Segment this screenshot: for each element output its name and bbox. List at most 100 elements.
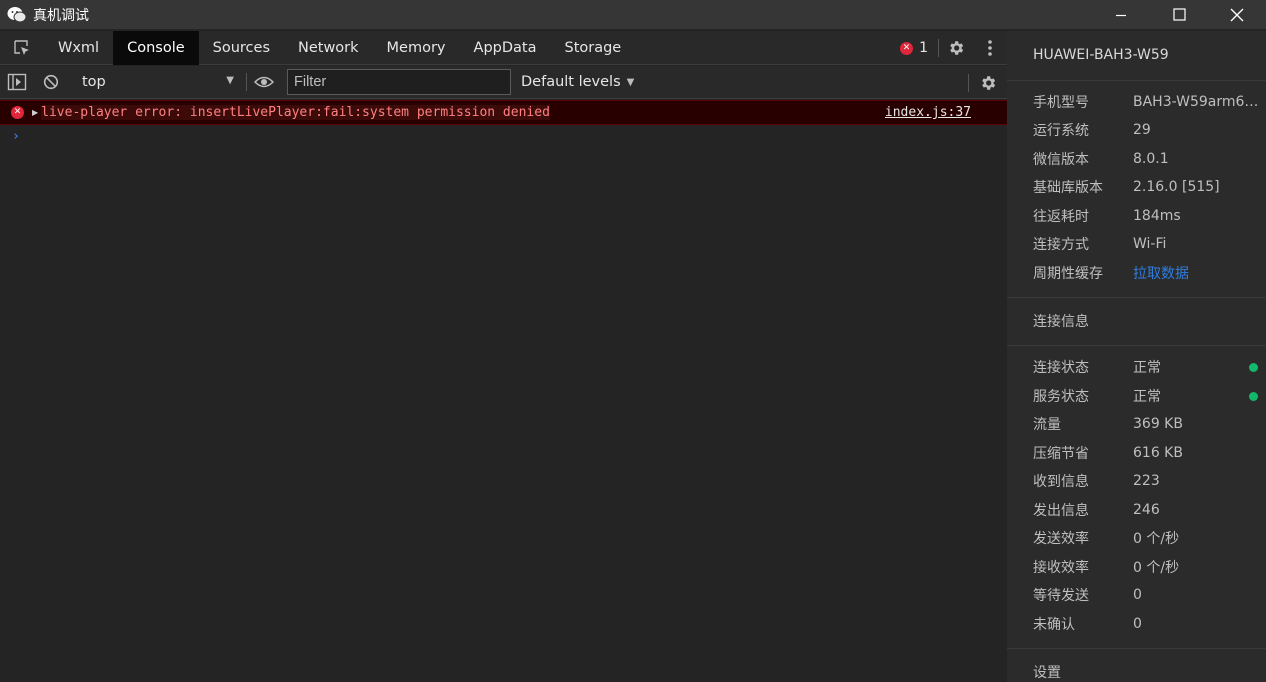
maximize-button[interactable] <box>1150 0 1208 29</box>
connection-key: 发送效率 <box>1033 531 1089 547</box>
connection-value: 369 KB <box>1133 416 1183 432</box>
status-ok-indicator <box>1249 362 1258 372</box>
info-value: 8.0.1 <box>1133 151 1169 167</box>
devtools-panel: Wxml Console Sources Network Memory AppD… <box>0 30 1007 682</box>
tab-sources[interactable]: Sources <box>199 31 284 65</box>
expand-triangle-icon[interactable]: ▶ <box>32 108 38 117</box>
connection-value: 0 个/秒 <box>1133 560 1180 576</box>
sidebar-toggle-icon <box>7 73 27 91</box>
info-key: 手机型号 <box>1033 95 1089 111</box>
connection-value: 0 <box>1133 616 1142 632</box>
connection-key: 服务状态 <box>1033 389 1089 405</box>
error-count-badge[interactable]: ✕ 1 <box>900 40 928 56</box>
eye-icon <box>254 76 274 88</box>
context-select[interactable]: top ▼ <box>68 68 246 96</box>
error-icon: ✕ <box>11 106 24 119</box>
info-row: 周期性缓存 拉取数据 <box>1033 262 1263 284</box>
close-icon <box>1230 8 1244 21</box>
info-key: 周期性缓存 <box>1033 266 1103 282</box>
clear-console-button[interactable] <box>34 65 68 99</box>
inspect-element-button[interactable] <box>0 31 44 65</box>
info-row: 连接方式 Wi-Fi <box>1033 233 1263 255</box>
console-output: ✕ ▶ live-player error: insertLivePlayer:… <box>0 100 1007 147</box>
error-icon: ✕ <box>900 41 914 55</box>
connection-row: 等待发送 0 <box>1033 584 1263 606</box>
connection-row: 服务状态 正常 <box>1033 385 1263 407</box>
prompt-chevron-icon: › <box>12 128 20 144</box>
context-value: top <box>82 74 106 90</box>
status-ok-indicator <box>1249 391 1258 401</box>
wechat-logo-icon <box>7 5 27 25</box>
console-error-message[interactable]: ✕ ▶ live-player error: insertLivePlayer:… <box>0 100 1007 125</box>
connection-row: 未确认 0 <box>1033 613 1263 635</box>
connection-key: 压缩节省 <box>1033 446 1089 462</box>
connection-key: 发出信息 <box>1033 503 1089 519</box>
connection-key: 连接状态 <box>1033 360 1089 376</box>
console-toolbar: top ▼ Default levels ▼ <box>0 66 1007 99</box>
maximize-icon <box>1172 8 1186 21</box>
window-title: 真机调试 <box>33 7 89 24</box>
connection-key: 收到信息 <box>1033 474 1089 490</box>
tab-storage[interactable]: Storage <box>550 31 635 65</box>
kebab-menu-icon <box>988 40 992 56</box>
info-row: 运行系统 29 <box>1033 119 1263 141</box>
info-key: 连接方式 <box>1033 237 1089 253</box>
error-text: live-player error: insertLivePlayer:fail… <box>41 105 550 120</box>
error-count: 1 <box>919 40 928 56</box>
caret-down-icon: ▼ <box>626 76 635 88</box>
gear-icon <box>982 75 996 90</box>
connection-value: 0 个/秒 <box>1133 531 1180 547</box>
connection-value: 正常 <box>1133 360 1161 376</box>
devtools-tabbar: Wxml Console Sources Network Memory AppD… <box>0 30 1007 65</box>
tab-appdata[interactable]: AppData <box>460 31 551 65</box>
connection-row: 发出信息 246 <box>1033 499 1263 521</box>
connection-section-title: 连接信息 <box>1033 314 1089 330</box>
info-value: 2.16.0 [515] <box>1133 179 1220 195</box>
device-info-panel: HUAWEI-BAH3-W59 手机型号 BAH3-W59arm6… 运行系统 … <box>1007 31 1266 682</box>
tab-wxml[interactable]: Wxml <box>44 31 113 65</box>
divider <box>1007 80 1266 81</box>
connection-value: 246 <box>1133 502 1160 518</box>
connection-value: 0 <box>1133 587 1142 603</box>
close-button[interactable] <box>1208 0 1266 29</box>
tab-console[interactable]: Console <box>113 30 199 65</box>
minimize-icon <box>1116 14 1126 16</box>
connection-key: 未确认 <box>1033 617 1075 633</box>
live-expression-button[interactable] <box>247 65 281 99</box>
connection-row: 流量 369 KB <box>1033 413 1263 435</box>
clear-icon <box>43 74 59 90</box>
connection-row: 接收效率 0 个/秒 <box>1033 556 1263 578</box>
show-sidebar-button[interactable] <box>0 65 34 99</box>
divider <box>1007 297 1266 298</box>
source-link[interactable]: index.js:37 <box>885 105 971 120</box>
divider <box>1007 345 1266 346</box>
info-value: 29 <box>1133 122 1151 138</box>
console-settings-button[interactable] <box>969 66 1007 100</box>
filter-input[interactable] <box>287 69 511 95</box>
settings-button[interactable] <box>939 31 973 65</box>
settings-section-title[interactable]: 设置 <box>1033 662 1061 682</box>
gear-icon <box>950 41 964 55</box>
tab-network[interactable]: Network <box>284 31 373 65</box>
more-options-button[interactable] <box>973 31 1007 65</box>
info-value: 184ms <box>1133 208 1181 224</box>
divider <box>1007 648 1266 649</box>
connection-row: 收到信息 223 <box>1033 470 1263 492</box>
info-value: Wi-Fi <box>1133 236 1167 252</box>
console-prompt[interactable]: › <box>0 125 1007 147</box>
pull-data-link[interactable]: 拉取数据 <box>1133 263 1263 283</box>
info-key: 基础库版本 <box>1033 180 1103 196</box>
connection-row: 连接状态 正常 <box>1033 356 1263 378</box>
connection-value: 616 KB <box>1133 445 1183 461</box>
tab-memory[interactable]: Memory <box>373 31 460 65</box>
caret-down-icon: ▼ <box>226 75 234 86</box>
connection-row: 压缩节省 616 KB <box>1033 442 1263 464</box>
connection-value: 正常 <box>1133 389 1161 405</box>
connection-row: 发送效率 0 个/秒 <box>1033 527 1263 549</box>
minimize-button[interactable] <box>1092 0 1150 29</box>
info-row: 微信版本 8.0.1 <box>1033 148 1263 170</box>
device-name: HUAWEI-BAH3-W59 <box>1033 47 1169 63</box>
connection-key: 接收效率 <box>1033 560 1089 576</box>
log-levels-dropdown[interactable]: Default levels ▼ <box>521 74 634 90</box>
connection-key: 流量 <box>1033 417 1061 433</box>
